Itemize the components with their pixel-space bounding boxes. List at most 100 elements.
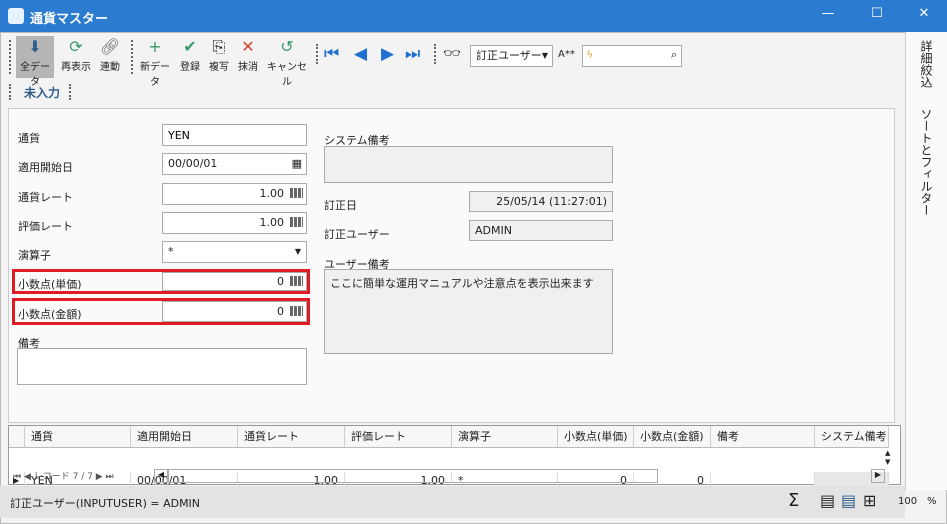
toolbar-grip[interactable] — [131, 40, 134, 74]
form-view-icon[interactable]: ▤ — [820, 491, 835, 510]
toolbar-grip[interactable] — [434, 44, 437, 64]
x-icon: ✕ — [241, 37, 255, 56]
copy-label: 複写 — [209, 62, 229, 73]
close-button[interactable]: ✕ — [914, 6, 934, 21]
user-note-field[interactable]: ここに簡単な運用マニュアルや注意点を表示出来ます — [324, 269, 613, 354]
sort-filter-tab[interactable]: ソートとフィルター — [918, 108, 935, 216]
link-icon: 🔗︎ — [99, 37, 121, 56]
table-row[interactable]: ▶ YEN 00/00/01 1.00 1.00 * 0 0 — [9, 449, 889, 490]
toolbar-grip[interactable] — [9, 84, 12, 100]
window-title: 通貨マスター — [30, 12, 109, 27]
column-header[interactable]: 小数点(金額) — [634, 426, 711, 448]
column-header[interactable]: 演算子 — [452, 426, 558, 448]
dec-unit-value: 0 — [277, 275, 284, 288]
delete-button[interactable]: ✕ 抹消 — [229, 36, 267, 78]
lightning-icon: ϟ — [586, 48, 594, 61]
status-bar: 訂正ユーザー(INPUTUSER) = ADMIN Σ ▤ ▤ ⊞ 100 — [0, 486, 917, 518]
all-data-button[interactable]: ⬇ 全データ — [16, 36, 54, 88]
toolbar-grip[interactable] — [69, 84, 72, 100]
modified-user-field: ADMIN — [469, 220, 613, 241]
dec-amount-label: 小数点(金額) — [18, 308, 82, 321]
plus-icon: + — [148, 37, 162, 56]
refresh-icon: ⟳ — [69, 37, 83, 56]
zoom-level[interactable]: 100 — [898, 496, 917, 507]
calculator-icon[interactable] — [290, 217, 303, 227]
unentered-filter[interactable]: 未入力 — [24, 84, 60, 101]
column-header[interactable]: 通貨 — [25, 426, 131, 448]
rate-value: 1.00 — [259, 187, 285, 200]
download-icon: ⬇ — [28, 37, 42, 56]
zoom-percent: % — [927, 496, 937, 507]
app-icon — [8, 8, 24, 24]
calculator-icon[interactable] — [290, 306, 303, 316]
detail-filter-tab[interactable]: 詳細絞込 — [918, 40, 935, 88]
eval-rate-value: 1.00 — [259, 216, 285, 229]
column-header[interactable]: 適用開始日 — [131, 426, 238, 448]
prev-record-icon[interactable]: ◀ — [354, 44, 367, 64]
eval-rate-label: 評価レート — [18, 220, 73, 233]
toolbar-grip[interactable] — [9, 40, 12, 74]
dec-amount-input[interactable]: 0 — [162, 301, 307, 322]
calculator-icon[interactable] — [290, 276, 303, 286]
split-view-icon[interactable]: ▤ — [841, 491, 856, 510]
next-record-icon[interactable]: ▶ — [381, 44, 394, 64]
refresh-button[interactable]: ⟳ 再表示 — [57, 36, 95, 78]
toolbar-grip[interactable] — [316, 44, 319, 64]
column-header[interactable]: 評価レート — [345, 426, 452, 448]
system-note-field — [324, 146, 613, 183]
start-date-value: 00/00/01 — [168, 157, 218, 170]
first-record-icon[interactable]: ⏮ — [324, 44, 339, 64]
dec-unit-label: 小数点(単価) — [18, 278, 82, 291]
operator-select[interactable]: * ▼ — [162, 241, 307, 263]
last-record-icon[interactable]: ⏭ — [405, 44, 420, 64]
column-header[interactable]: 備考 — [711, 426, 815, 448]
column-header[interactable]: 通貨レート — [238, 426, 345, 448]
cancel-label: キャンセル — [267, 62, 307, 88]
undo-icon: ↺ — [280, 37, 294, 56]
eval-rate-input[interactable]: 1.00 — [162, 212, 307, 234]
minimize-button[interactable]: — — [818, 6, 838, 21]
column-header[interactable]: システム備考 — [815, 426, 889, 448]
binoculars-icon[interactable]: 👓︎ — [443, 46, 461, 62]
operator-value: * — [168, 245, 174, 258]
scroll-left-button[interactable]: ◀ — [154, 469, 168, 483]
modified-user-label: 訂正ユーザー — [324, 228, 390, 241]
calculator-icon[interactable] — [290, 188, 303, 198]
record-navigator[interactable]: ⏮ ◀ レコード 7 / 7 ▶ ⏭ — [13, 469, 114, 482]
grid-view-icon[interactable]: ⊞ — [863, 491, 876, 510]
delete-label: 抹消 — [238, 62, 258, 73]
dec-amount-value: 0 — [277, 305, 284, 318]
filter-status: 訂正ユーザー(INPUTUSER) = ADMIN — [10, 497, 201, 510]
record-count: レコード 7 / 7 — [33, 472, 93, 482]
search-icon[interactable]: ⌕ — [671, 48, 677, 62]
modified-date-field: 25/05/14 (11:27:01) — [469, 191, 613, 212]
currency-label: 通貨 — [18, 132, 40, 145]
rate-input[interactable]: 1.00 — [162, 183, 307, 205]
start-date-label: 適用開始日 — [18, 161, 73, 174]
link-button[interactable]: 🔗︎ 連動 — [91, 36, 129, 78]
modified-date-label: 訂正日 — [324, 199, 357, 212]
search-field-value: 訂正ユーザー — [476, 49, 542, 62]
title-bar: 通貨マスター — ☐ ✕ — [0, 0, 947, 32]
column-header[interactable]: 小数点(単価) — [558, 426, 634, 448]
horizontal-scrollbar-thumb[interactable] — [168, 469, 658, 483]
search-mode[interactable]: A** — [558, 49, 575, 60]
rate-label: 通貨レート — [18, 191, 73, 204]
operator-label: 演算子 — [18, 249, 51, 262]
note-input[interactable] — [17, 348, 307, 385]
cancel-button[interactable]: ↺ キャンセル — [264, 36, 310, 88]
data-grid: 通貨 適用開始日 通貨レート 評価レート 演算子 小数点(単価) 小数点(金額)… — [8, 425, 901, 490]
calendar-icon[interactable]: ▦ — [292, 154, 302, 174]
maximize-button[interactable]: ☐ — [867, 6, 887, 21]
new-button[interactable]: + 新データ — [136, 36, 174, 88]
search-input[interactable]: ϟ ⌕ — [582, 45, 682, 67]
sigma-icon[interactable]: Σ — [788, 490, 799, 511]
search-field-select[interactable]: 訂正ユーザー ▼ — [470, 45, 553, 67]
currency-input[interactable] — [162, 124, 307, 146]
vertical-scrollbar[interactable]: ▲ ▼ — [885, 449, 890, 467]
scroll-right-button[interactable]: ▶ — [871, 469, 885, 483]
save-label: 登録 — [180, 62, 200, 73]
chevron-down-icon: ▼ — [294, 247, 301, 256]
dec-unit-input[interactable]: 0 — [162, 272, 307, 291]
start-date-input[interactable]: 00/00/01 ▦ — [162, 153, 307, 175]
